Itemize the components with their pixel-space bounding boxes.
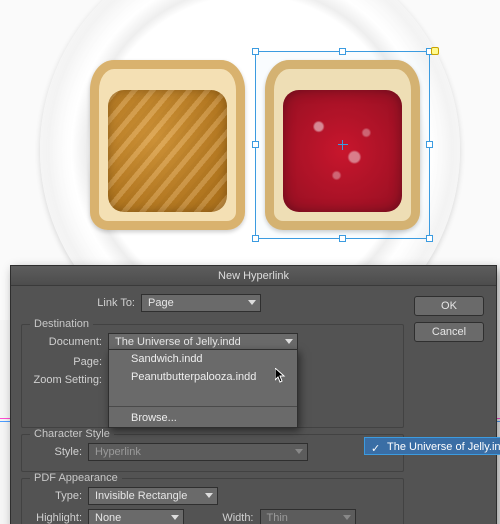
highlight-select[interactable]: None [88,509,184,524]
cancel-button[interactable]: Cancel [414,322,484,342]
chevron-down-icon [171,515,179,520]
resize-handle-tm[interactable] [339,48,346,55]
highlight-label: Highlight: [30,512,88,524]
resize-handle-mr[interactable] [426,141,433,148]
dropdown-option-selected[interactable]: ✓ The Universe of Jelly.indd [364,437,500,455]
center-point-icon [338,140,348,150]
peanut-butter-spread [108,90,227,212]
dropdown-option-label: Sandwich.indd [131,353,203,365]
app-canvas: New Hyperlink OK Cancel Link To: Page De… [0,0,500,524]
dropdown-option[interactable]: Peanutbutterpalooza.indd [109,368,297,386]
character-style-value: Hyperlink [95,446,141,458]
type-label: Type: [30,490,88,502]
cursor-icon [275,368,287,384]
document-value: The Universe of Jelly.indd [115,336,241,348]
new-hyperlink-dialog: New Hyperlink OK Cancel Link To: Page De… [10,265,497,524]
chevron-down-icon [343,515,351,520]
dropdown-option-label: Peanutbutterpalooza.indd [131,371,256,383]
page-label: Page: [30,356,108,368]
dropdown-browse-label: Browse... [131,412,177,424]
character-style-select[interactable]: Hyperlink [88,443,308,461]
type-select[interactable]: Invisible Rectangle [88,487,218,505]
chevron-down-icon [295,449,303,454]
selection-frame[interactable] [255,51,430,239]
zoom-label: Zoom Setting: [30,374,108,386]
dialog-title[interactable]: New Hyperlink [11,266,496,286]
dropdown-option[interactable]: Sandwich.indd [109,350,297,368]
pdf-appearance-group: PDF Appearance Type: Invisible Rectangle… [21,478,404,524]
width-select[interactable]: Thin [260,509,356,524]
dialog-body: Link To: Page Destination Document: The … [21,292,404,524]
chevron-down-icon [285,339,293,344]
destination-group: Destination Document: The Universe of Je… [21,324,404,428]
reference-point-icon[interactable] [431,47,439,55]
dropdown-option-label: The Universe of Jelly.indd [387,441,500,453]
link-to-value: Page [148,297,174,309]
toast-peanut-butter [90,60,245,230]
resize-handle-ml[interactable] [252,141,259,148]
document-label: Document: [30,336,108,348]
checkmark-icon: ✓ [371,440,380,458]
highlight-value: None [95,512,121,524]
ok-button[interactable]: OK [414,296,484,316]
link-to-label: Link To: [91,297,141,309]
resize-handle-br[interactable] [426,235,433,242]
dropdown-separator [109,406,297,407]
document-dropdown[interactable]: Sandwich.indd Peanutbutterpalooza.indd ✓… [108,349,298,428]
resize-handle-bl[interactable] [252,235,259,242]
resize-handle-tl[interactable] [252,48,259,55]
resize-handle-bm[interactable] [339,235,346,242]
type-value: Invisible Rectangle [95,490,187,502]
width-label: Width: [218,512,260,524]
character-style-title: Character Style [30,428,114,440]
pdf-appearance-title: PDF Appearance [30,472,122,484]
destination-title: Destination [30,318,93,330]
character-style-group: Character Style Style: Hyperlink [21,434,404,472]
chevron-down-icon [205,493,213,498]
link-to-select[interactable]: Page [141,294,261,312]
width-value: Thin [267,512,288,524]
style-label: Style: [30,446,88,458]
dropdown-browse[interactable]: Browse... [109,409,297,427]
chevron-down-icon [248,300,256,305]
